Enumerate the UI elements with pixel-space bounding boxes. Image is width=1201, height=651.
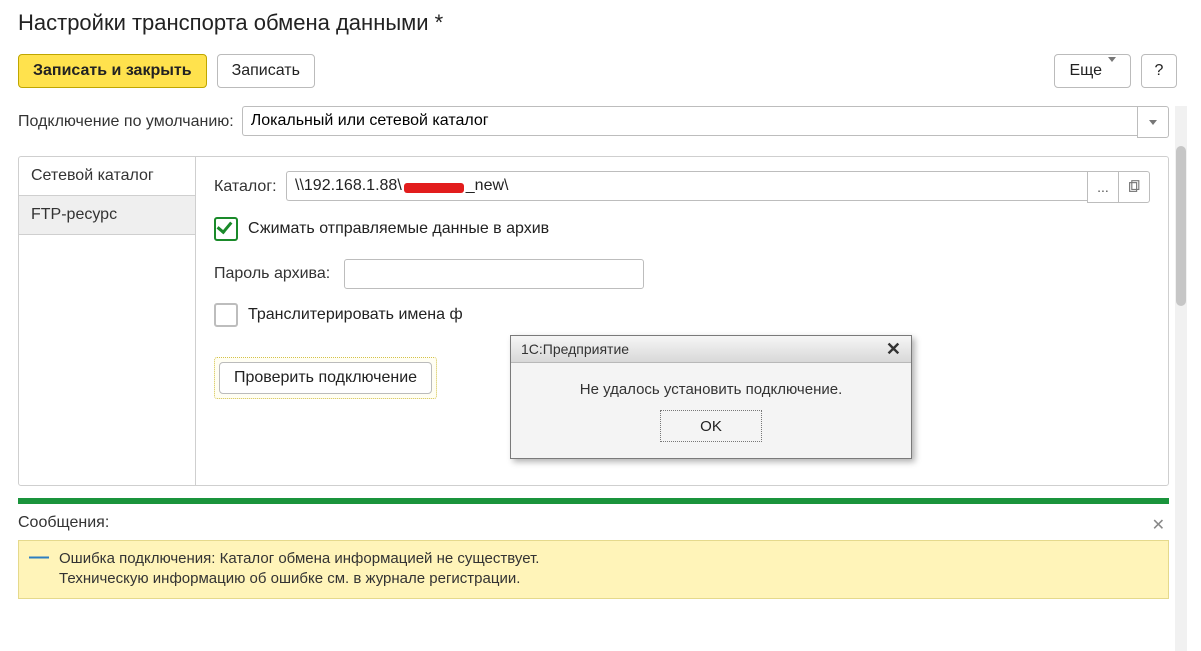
toolbar: Записать и закрыть Записать Еще ? xyxy=(18,54,1187,88)
dialog-title-text: 1С:Предприятие xyxy=(521,341,629,357)
tab-network-catalog[interactable]: Сетевой каталог xyxy=(19,157,195,196)
error-dialog: 1С:Предприятие ✕ Не удалось установить п… xyxy=(510,335,912,459)
dialog-titlebar[interactable]: 1С:Предприятие ✕ xyxy=(511,336,911,363)
compress-row: Сжимать отправляемые данные в архив xyxy=(214,217,1150,241)
default-connection-input[interactable] xyxy=(242,106,1137,136)
redacted-segment xyxy=(404,183,464,193)
archive-password-row: Пароль архива: xyxy=(214,259,1150,289)
dialog-body: Не удалось установить подключение. xyxy=(511,363,911,406)
scrollbar[interactable] xyxy=(1175,106,1187,651)
default-connection-label: Подключение по умолчанию: xyxy=(18,113,234,131)
dash-icon: — xyxy=(29,549,49,565)
messages-header: Сообщения: ✕ xyxy=(18,510,1169,540)
message-item: — Ошибка подключения: Каталог обмена инф… xyxy=(18,540,1169,599)
messages-label: Сообщения: xyxy=(18,514,109,532)
chevron-down-icon xyxy=(1108,62,1116,80)
translit-label: Транслитерировать имена ф xyxy=(248,306,463,324)
catalog-browse-button[interactable]: ... xyxy=(1087,171,1118,203)
save-button[interactable]: Записать xyxy=(217,54,315,88)
scrollbar-thumb[interactable] xyxy=(1176,146,1186,306)
more-button-label: Еще xyxy=(1069,62,1102,80)
catalog-value-suffix: _new\ xyxy=(466,177,509,195)
compress-checkbox[interactable] xyxy=(214,217,238,241)
check-connection-button[interactable]: Проверить подключение xyxy=(219,362,432,394)
translit-checkbox[interactable] xyxy=(214,303,238,327)
archive-password-input[interactable] xyxy=(344,259,644,289)
messages-close-button[interactable]: ✕ xyxy=(1148,511,1169,539)
catalog-input[interactable]: \\192.168.1.88\ _new\ xyxy=(286,171,1087,201)
catalog-value-prefix: \\192.168.1.88\ xyxy=(295,177,402,195)
page-title: Настройки транспорта обмена данными * xyxy=(18,10,1187,36)
archive-password-label: Пароль архива: xyxy=(214,265,344,283)
message-line2: Техническую информацию об ошибке см. в ж… xyxy=(59,570,520,587)
separator xyxy=(18,498,1169,504)
help-button[interactable]: ? xyxy=(1141,54,1177,88)
window: Настройки транспорта обмена данными * За… xyxy=(0,0,1201,651)
dialog-ok-button[interactable]: OK xyxy=(660,410,762,442)
tabs: Сетевой каталог FTP-ресурс xyxy=(19,157,196,485)
dialog-close-button[interactable]: ✕ xyxy=(882,339,905,360)
tab-ftp-resource[interactable]: FTP-ресурс xyxy=(19,196,195,235)
chevron-down-icon xyxy=(1149,120,1157,125)
translit-row: Транслитерировать имена ф xyxy=(214,303,1150,327)
catalog-row: Каталог: \\192.168.1.88\ _new\ ... xyxy=(214,171,1150,203)
more-button[interactable]: Еще xyxy=(1054,54,1131,88)
save-and-close-button[interactable]: Записать и закрыть xyxy=(18,54,207,88)
catalog-copy-button[interactable] xyxy=(1118,171,1150,203)
check-connection-wrap: Проверить подключение xyxy=(214,357,437,399)
message-text: Ошибка подключения: Каталог обмена инфор… xyxy=(59,549,539,590)
default-connection-row: Подключение по умолчанию: xyxy=(18,106,1169,138)
catalog-label: Каталог: xyxy=(214,178,286,196)
copy-icon xyxy=(1127,180,1141,194)
message-line1: Ошибка подключения: Каталог обмена инфор… xyxy=(59,550,539,567)
default-connection-dropdown-button[interactable] xyxy=(1137,106,1169,138)
compress-label: Сжимать отправляемые данные в архив xyxy=(248,220,549,238)
